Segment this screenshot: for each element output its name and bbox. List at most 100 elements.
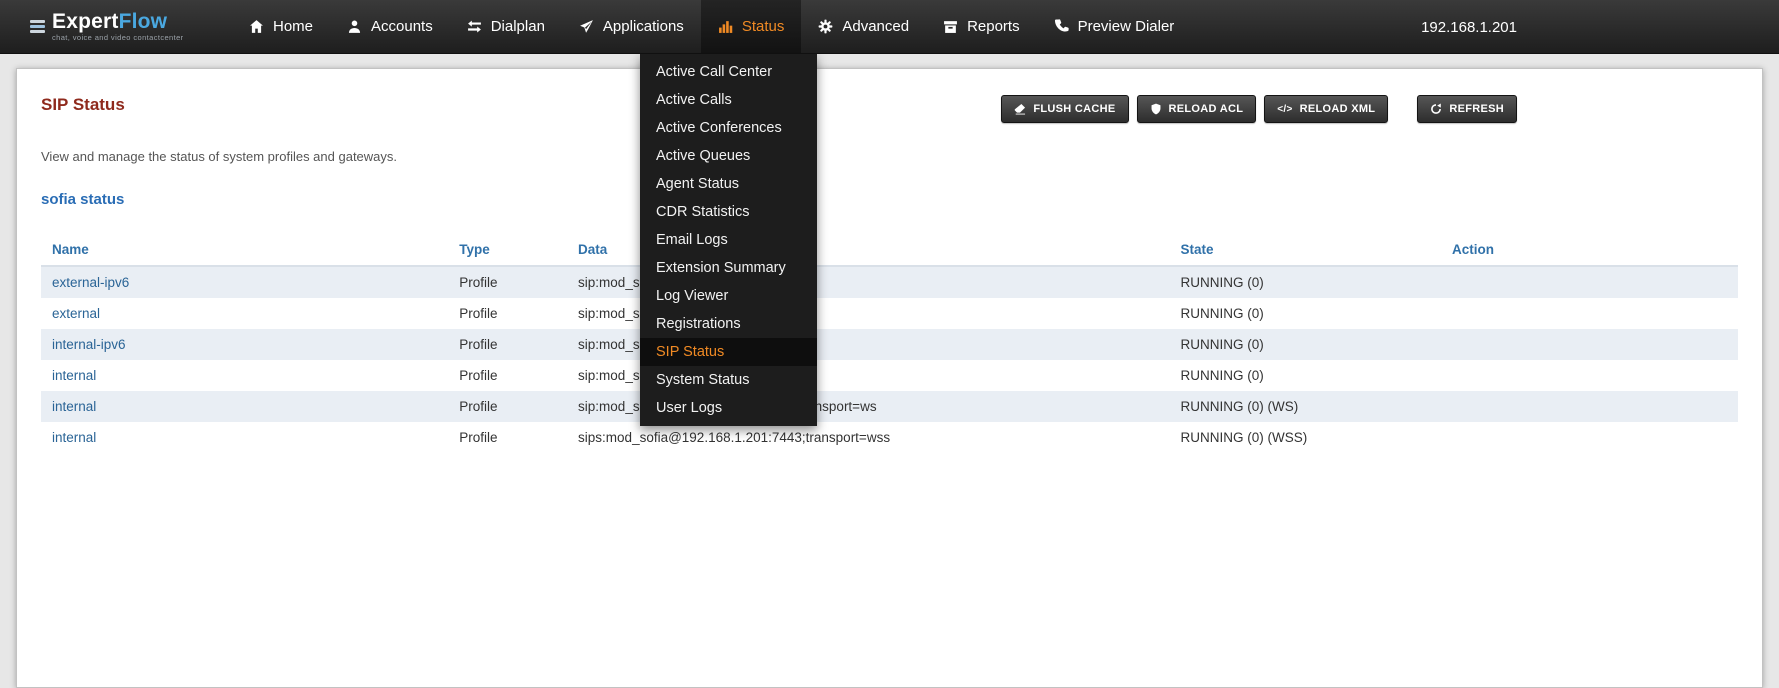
main-nav: Home Accounts Dialplan Applications Stat… [232, 0, 1191, 53]
profile-link[interactable]: internal [52, 399, 96, 414]
table-row: external Profile sip:mod_sofia@192.168.1… [41, 298, 1738, 329]
brand-primary: Expert [52, 10, 119, 33]
user-icon [347, 19, 362, 34]
profile-link[interactable]: internal-ipv6 [52, 337, 126, 352]
refresh-button[interactable]: REFRESH [1417, 95, 1517, 123]
column-header-state: State [1169, 234, 1441, 266]
home-icon [249, 19, 264, 34]
table-row: internal Profile sip:mod_sofia@192.168.1… [41, 391, 1738, 422]
menu-item-email-logs[interactable]: Email Logs [640, 226, 817, 254]
column-header-name: Name [41, 234, 448, 266]
menu-item-log-viewer[interactable]: Log Viewer [640, 282, 817, 310]
nav-label: Applications [603, 18, 684, 35]
nav-item-home[interactable]: Home [232, 0, 330, 53]
logo-text: ExpertFlow chat, voice and video contact… [52, 12, 184, 42]
logo-bars-icon [30, 20, 45, 33]
reload-xml-button[interactable]: </> RELOAD XML [1264, 95, 1388, 123]
section-title: sofia status [41, 191, 1738, 208]
type-cell: Profile [448, 360, 567, 391]
code-icon: </> [1277, 104, 1292, 115]
action-cell [1441, 329, 1738, 360]
menu-item-active-conferences[interactable]: Active Conferences [640, 114, 817, 142]
type-cell: Profile [448, 329, 567, 360]
table-row: internal-ipv6 Profile sip:mod_sofia@[::1… [41, 329, 1738, 360]
paper-plane-icon [579, 19, 594, 34]
nav-item-preview-dialer[interactable]: Preview Dialer [1037, 0, 1192, 53]
column-header-type: Type [448, 234, 567, 266]
status-dropdown-menu: Active Call Center Active Calls Active C… [640, 54, 817, 426]
archive-icon [943, 19, 958, 34]
nav-item-status[interactable]: Status [701, 0, 802, 53]
data-cell: sips:mod_sofia@192.168.1.201:7443;transp… [567, 422, 1169, 453]
bar-chart-icon [718, 19, 733, 34]
state-cell: RUNNING (0) (WSS) [1169, 422, 1441, 453]
column-header-action: Action [1441, 234, 1738, 266]
gear-icon [818, 19, 833, 34]
sofia-status-table: Name Type Data State Action external-ipv… [41, 234, 1738, 453]
action-cell [1441, 422, 1738, 453]
action-cell [1441, 298, 1738, 329]
shield-icon [1150, 103, 1162, 115]
profile-link[interactable]: internal [52, 368, 96, 383]
reload-acl-button[interactable]: RELOAD ACL [1137, 95, 1257, 123]
action-cell [1441, 266, 1738, 298]
nav-label: Advanced [842, 18, 909, 35]
page-description: View and manage the status of system pro… [41, 149, 1738, 164]
nav-item-advanced[interactable]: Advanced [801, 0, 926, 53]
menu-item-sip-status[interactable]: SIP Status [640, 338, 817, 366]
menu-item-extension-summary[interactable]: Extension Summary [640, 254, 817, 282]
menu-item-active-call-center[interactable]: Active Call Center [640, 58, 817, 86]
menu-item-cdr-statistics[interactable]: CDR Statistics [640, 198, 817, 226]
menu-item-registrations[interactable]: Registrations [640, 310, 817, 338]
action-cell [1441, 360, 1738, 391]
profile-link[interactable]: external-ipv6 [52, 275, 129, 290]
nav-label: Preview Dialer [1078, 18, 1175, 35]
profile-link[interactable]: internal [52, 430, 96, 445]
menu-item-system-status[interactable]: System Status [640, 366, 817, 394]
refresh-icon [1430, 103, 1442, 115]
menu-item-user-logs[interactable]: User Logs [640, 394, 817, 422]
menu-item-active-queues[interactable]: Active Queues [640, 142, 817, 170]
action-cell [1441, 391, 1738, 422]
profile-link[interactable]: external [52, 306, 100, 321]
nav-label: Accounts [371, 18, 433, 35]
state-cell: RUNNING (0) [1169, 329, 1441, 360]
eraser-icon [1014, 103, 1026, 115]
button-label: FLUSH CACHE [1033, 103, 1115, 115]
type-cell: Profile [448, 266, 567, 298]
state-cell: RUNNING (0) (WS) [1169, 391, 1441, 422]
type-cell: Profile [448, 391, 567, 422]
top-navbar: ExpertFlow chat, voice and video contact… [0, 0, 1779, 54]
nav-label: Home [273, 18, 313, 35]
nav-label: Reports [967, 18, 1020, 35]
table-header-row: Name Type Data State Action [41, 234, 1738, 266]
brand-secondary: Flow [119, 10, 168, 33]
type-cell: Profile [448, 422, 567, 453]
exchange-icon [467, 19, 482, 34]
content-card: SIP Status FLUSH CACHE RELOAD ACL </> RE… [16, 68, 1763, 688]
table-row: internal Profile sip:mod_sofia@192.168.1… [41, 360, 1738, 391]
nav-item-dialplan[interactable]: Dialplan [450, 0, 562, 53]
flush-cache-button[interactable]: FLUSH CACHE [1001, 95, 1128, 123]
state-cell: RUNNING (0) [1169, 298, 1441, 329]
brand-tagline: chat, voice and video contactcenter [52, 33, 184, 42]
state-cell: RUNNING (0) [1169, 266, 1441, 298]
button-label: RELOAD ACL [1169, 103, 1244, 115]
nav-item-reports[interactable]: Reports [926, 0, 1037, 53]
nav-label: Status [742, 18, 785, 35]
phone-icon [1054, 19, 1069, 34]
state-cell: RUNNING (0) [1169, 360, 1441, 391]
nav-item-applications[interactable]: Applications [562, 0, 701, 53]
type-cell: Profile [448, 298, 567, 329]
toolbar: FLUSH CACHE RELOAD ACL </> RELOAD XML RE… [1001, 95, 1517, 123]
nav-item-accounts[interactable]: Accounts [330, 0, 450, 53]
table-row: internal Profile sips:mod_sofia@192.168.… [41, 422, 1738, 453]
server-address: 192.168.1.201 [1421, 0, 1517, 54]
nav-label: Dialplan [491, 18, 545, 35]
button-label: RELOAD XML [1300, 103, 1376, 115]
menu-item-agent-status[interactable]: Agent Status [640, 170, 817, 198]
table-row: external-ipv6 Profile sip:mod_sofia@[::1… [41, 266, 1738, 298]
expertflow-logo[interactable]: ExpertFlow chat, voice and video contact… [30, 12, 208, 42]
menu-item-active-calls[interactable]: Active Calls [640, 86, 817, 114]
button-label: REFRESH [1449, 103, 1504, 115]
